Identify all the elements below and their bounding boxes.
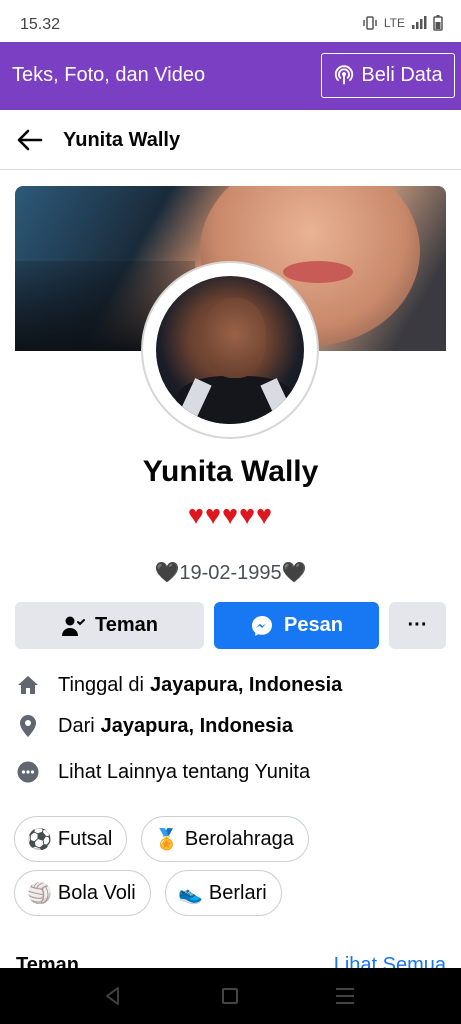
from-place[interactable]: Jayapura, Indonesia: [101, 715, 293, 738]
buy-data-label: Beli Data: [361, 64, 443, 86]
hobby-label: Berlari: [208, 881, 267, 904]
avatar-face: [204, 298, 266, 378]
message-button[interactable]: Pesan: [214, 602, 379, 649]
lives-place[interactable]: Jayapura, Indonesia: [150, 674, 342, 697]
promo-text: Teks, Foto, dan Video: [12, 64, 206, 86]
back-arrow-icon[interactable]: [14, 124, 46, 156]
hobby-chip-sports[interactable]: 🏅 Berolahraga: [141, 816, 309, 862]
running-shoe-icon: 👟: [178, 882, 203, 905]
hobby-chip-futsal[interactable]: ⚽ Futsal: [14, 816, 128, 862]
status-icons: LTE: [362, 15, 443, 31]
battery-icon: [433, 15, 443, 31]
friends-button[interactable]: Teman: [15, 602, 204, 649]
more-options-button[interactable]: ···: [389, 602, 446, 649]
friends-button-label: Teman: [95, 614, 158, 636]
hobby-chip-volleyball[interactable]: 🏐 Bola Voli: [14, 870, 151, 916]
cover-photo-lips: [283, 261, 353, 283]
messenger-icon: [252, 615, 273, 636]
buy-data-button[interactable]: Beli Data: [321, 53, 455, 98]
more-dots-circle-icon: [16, 760, 40, 784]
friend-check-icon: [62, 616, 85, 636]
hobby-label: Futsal: [57, 827, 113, 850]
bio-hearts: ♥♥♥♥♥: [187, 500, 274, 530]
vibrate-icon: [363, 16, 377, 30]
hobby-label: Berolahraga: [184, 827, 294, 850]
profile-header: Yunita Wally: [0, 110, 461, 170]
nav-menu-icon[interactable]: [336, 988, 354, 1004]
message-button-label: Pesan: [284, 614, 343, 636]
data-promo-banner: Teks, Foto, dan Video Beli Data: [0, 42, 461, 110]
bio-birthdate: 🖤19-02-1995🖤: [0, 560, 461, 585]
from-prefix: Dari: [58, 714, 95, 737]
profile-name: Yunita Wally: [142, 455, 319, 488]
broadcast-icon: [335, 64, 354, 84]
black-heart-icon: 🖤: [281, 562, 307, 584]
info-see-more[interactable]: Lihat Lainnya tentang Yunita: [16, 757, 446, 787]
location-pin-icon: [16, 714, 40, 738]
header-title: Yunita Wally: [63, 129, 181, 151]
hobby-label: Bola Voli: [57, 881, 136, 904]
signal-icon: [412, 16, 427, 29]
volleyball-icon: 🏐: [27, 882, 52, 905]
status-bar: 15.32 LTE: [0, 0, 461, 42]
soccer-ball-icon: ⚽: [27, 828, 52, 851]
lives-prefix: Tinggal di: [58, 673, 144, 696]
birth-date-text: 19-02-1995: [179, 562, 282, 584]
medal-icon: 🏅: [154, 828, 179, 851]
home-icon: [16, 673, 40, 697]
info-lives-in: Tinggal di Jayapura, Indonesia: [16, 670, 446, 700]
status-time: 15.32: [20, 16, 61, 33]
network-type: LTE: [383, 16, 405, 30]
info-from: Dari Jayapura, Indonesia: [16, 711, 446, 741]
black-heart-icon: 🖤: [154, 562, 180, 584]
more-dots-icon: ···: [407, 614, 428, 636]
nav-home-icon[interactable]: [222, 988, 238, 1004]
hobby-chip-running[interactable]: 👟 Berlari: [165, 870, 282, 916]
profile-avatar[interactable]: [156, 276, 304, 424]
system-navigation-bar: [0, 968, 461, 1024]
nav-back-icon[interactable]: [103, 986, 123, 1006]
see-more-about-label: Lihat Lainnya tentang Yunita: [58, 760, 311, 783]
